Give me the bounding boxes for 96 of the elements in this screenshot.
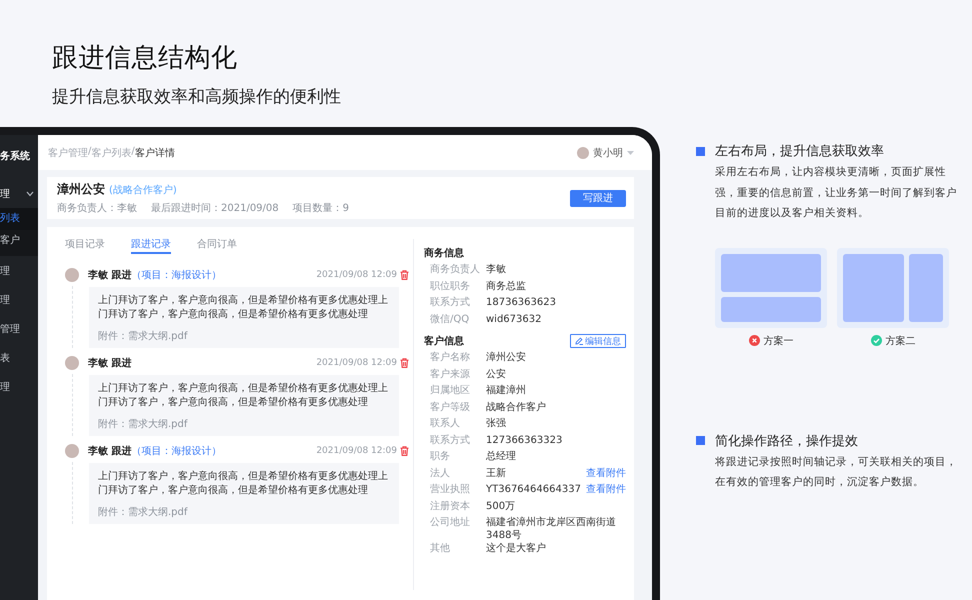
- field-value: 福建漳州: [486, 384, 527, 397]
- tab[interactable]: 合同订单: [197, 237, 237, 254]
- field-label: 客户名称: [429, 351, 471, 364]
- bullet-square-icon: [696, 146, 705, 156]
- entry-author: 李敏 跟进: [88, 268, 132, 282]
- field-label: 归属地区: [429, 384, 471, 397]
- option-label: 方案二: [886, 334, 916, 348]
- field-value: 李敏: [486, 263, 507, 276]
- avatar: [65, 356, 79, 370]
- field-label: 联系方式: [429, 296, 471, 309]
- breadcrumb-separator: /: [131, 146, 135, 158]
- entry-author: 李敏 跟进: [88, 444, 132, 458]
- bullet-square-icon: [696, 436, 705, 445]
- project-link[interactable]: （项目：海报设计）: [131, 268, 222, 282]
- field-value: 总经理: [486, 450, 517, 463]
- timeline-line: [72, 286, 73, 348]
- field-label: 联系人: [429, 417, 461, 430]
- subtitle: 提升信息获取效率和高频操作的便利性: [52, 86, 342, 109]
- attachment-link[interactable]: 附件：需求大纲.pdf: [98, 506, 390, 519]
- field-value: 公安: [486, 368, 507, 380]
- sidebar-subitem[interactable]: 列表: [0, 208, 38, 230]
- field-label: 客户来源: [429, 368, 471, 380]
- sidebar-item[interactable]: 理: [0, 256, 38, 285]
- option-label: 方案一: [764, 334, 794, 348]
- feature-title: 简化操作路径，操作提效: [715, 432, 858, 450]
- avatar: [577, 146, 589, 158]
- entry-author: 李敏 跟进: [88, 356, 132, 370]
- view-attachment-link[interactable]: 查看附件: [586, 483, 626, 496]
- meta-text: 项目数量：9: [292, 202, 350, 215]
- entry-time: 2021/09/08 12:09: [316, 358, 397, 368]
- note-text: 上门拜访了客户，客户意向很高，但是希望价格有更多优惠处理上门拜访了客户，客户意向很高，但是希望价格有更多优惠处理: [98, 470, 389, 498]
- sidebar-item[interactable]: 理: [0, 285, 38, 314]
- timeline-line: [72, 374, 73, 436]
- sidebar-item[interactable]: 管理: [0, 314, 38, 343]
- field-label: 微信/QQ: [429, 312, 470, 326]
- sidebar-item[interactable]: 理: [0, 372, 38, 401]
- edit-info-button[interactable]: 编辑信息: [570, 334, 626, 348]
- feature-title: 左右布局，提升信息获取效率: [715, 143, 884, 160]
- field-value: 500万: [486, 500, 516, 512]
- entry-time: 2021/09/08 12:09: [316, 446, 397, 456]
- field-label: 法人: [429, 466, 451, 480]
- customer-name: 漳州公安: [57, 181, 105, 198]
- project-link[interactable]: （项目：海报设计）: [131, 444, 222, 458]
- tab[interactable]: 项目记录: [65, 237, 105, 254]
- feature-description: 采用左右布局，让内容模块更清晰，页面扩展性强，重要的信息前置，让业务第一时间了解到客户目前的进度以及客户相关资料。: [715, 165, 958, 221]
- view-attachment-link[interactable]: 查看附件: [586, 466, 626, 480]
- feature-description: 将跟进记录按照时间轴记录，可关联相关的项目，在有效的管理客户的同时，沉淀客户数据。: [715, 454, 958, 490]
- field-value: 漳州公安: [486, 351, 527, 364]
- field-value: 127366363323: [486, 434, 564, 446]
- field-value: wid673632: [486, 312, 542, 326]
- section-title: 商务信息: [424, 246, 464, 260]
- field-label: 注册资本: [429, 500, 471, 512]
- note-text: 上门拜访了客户，客户意向很高，但是希望价格有更多优惠处理上门拜访了客户，客户意向很高，但是希望价格有更多优惠处理: [98, 294, 389, 322]
- app-title: 务系统: [0, 150, 31, 164]
- field-value: YT3676464664337: [486, 483, 582, 496]
- field-label: 商务负责人: [429, 263, 481, 276]
- avatar: [65, 268, 79, 282]
- sidebar-item[interactable]: 表: [0, 343, 38, 372]
- note-text: 上门拜访了客户，客户意向很高，但是希望价格有更多优惠处理上门拜访了客户，客户意向很高，但是希望价格有更多优惠处理: [98, 382, 389, 410]
- sidebar-subitem[interactable]: 客户: [0, 230, 38, 252]
- field-label: 客户等级: [429, 400, 471, 414]
- field-label: 职位职务: [429, 280, 471, 292]
- field-value: 张强: [486, 417, 507, 430]
- entry-time: 2021/09/08 12:09: [316, 270, 397, 280]
- pencil-icon: [575, 337, 583, 345]
- caret-icon: [627, 150, 634, 154]
- field-label: 联系方式: [429, 434, 471, 446]
- sidebar-item[interactable]: 理: [0, 179, 38, 208]
- attachment-link[interactable]: 附件：需求大纲.pdf: [98, 418, 390, 431]
- section-title: 客户信息: [424, 334, 464, 348]
- field-label: 营业执照: [429, 483, 471, 496]
- headline: 跟进信息结构化: [52, 42, 238, 75]
- field-label: 公司地址: [429, 516, 471, 529]
- field-label: 职务: [429, 450, 451, 463]
- tab[interactable]: 跟进记录: [131, 237, 171, 254]
- write-follow-up-button[interactable]: 写跟进: [570, 190, 626, 206]
- field-value: 商务总监: [486, 280, 527, 292]
- meta-text: 最后跟进时间：2021/09/08: [151, 202, 279, 215]
- avatar: [65, 444, 79, 458]
- customer-level-tag: (战略合作客户): [109, 183, 177, 197]
- attachment-link[interactable]: 附件：需求大纲.pdf: [98, 330, 390, 343]
- user-name[interactable]: 黄小明: [593, 146, 623, 160]
- field-label: 其他: [429, 542, 451, 555]
- meta-text: 商务负责人：李敏: [57, 202, 137, 215]
- timeline-line: [72, 462, 73, 524]
- breadcrumb-separator: /: [88, 146, 92, 158]
- trash-icon: [400, 358, 409, 368]
- breadcrumb-link[interactable]: 客户管理: [48, 146, 88, 160]
- trash-icon: [400, 446, 409, 456]
- field-value: 战略合作客户: [486, 400, 547, 414]
- breadcrumb-link[interactable]: 客户列表: [91, 146, 132, 160]
- field-value: 18736363623: [486, 296, 557, 309]
- field-value: 这个是大客户: [486, 542, 547, 555]
- field-value: 王新: [486, 466, 507, 480]
- field-value: 福建省漳州市龙岸区西南街道3488号: [486, 516, 617, 542]
- trash-icon: [400, 270, 409, 280]
